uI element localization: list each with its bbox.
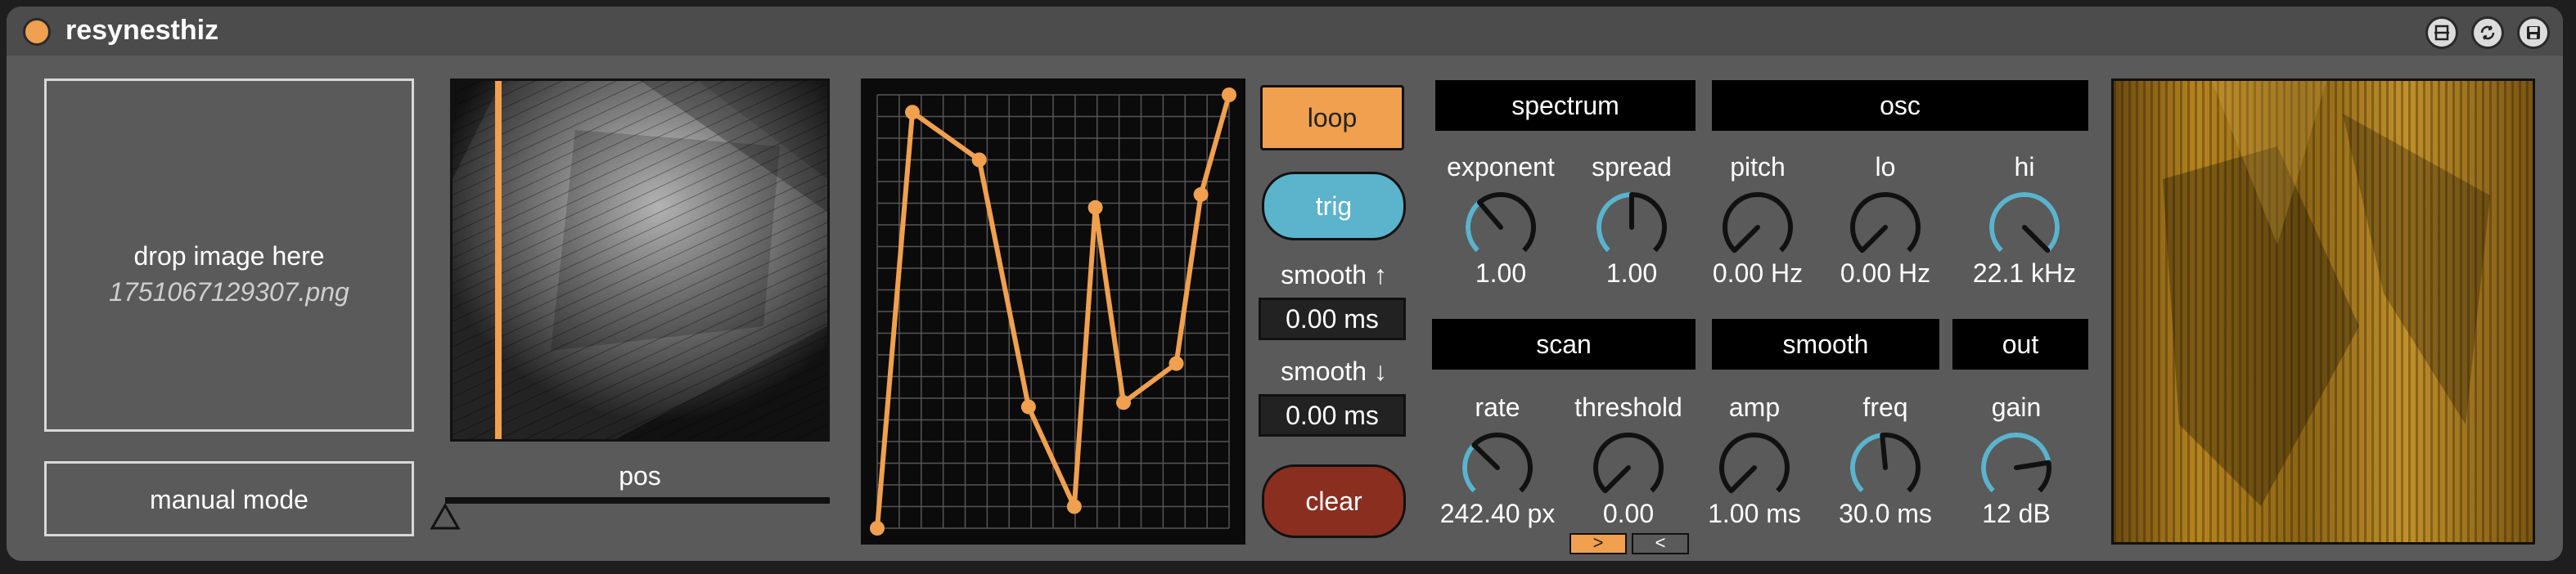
section-out: out bbox=[1952, 319, 2088, 370]
hi-value: 22.1 kHz bbox=[1972, 258, 2077, 288]
lo-knob[interactable] bbox=[1846, 188, 1925, 267]
gain-knob[interactable] bbox=[1977, 428, 2056, 507]
curve-point[interactable] bbox=[1169, 356, 1184, 371]
smooth-up-value[interactable]: 0.00 ms bbox=[1259, 298, 1406, 340]
curve-point[interactable] bbox=[1116, 395, 1131, 410]
device-on-toggle[interactable] bbox=[23, 18, 51, 46]
freq-knob[interactable] bbox=[1846, 428, 1925, 507]
section-scan: scan bbox=[1432, 319, 1696, 370]
image-preview-graphic bbox=[453, 81, 827, 439]
pitch-knob[interactable] bbox=[1718, 188, 1797, 267]
smooth-up-label: smooth ↑ bbox=[1281, 260, 1387, 289]
image-preview[interactable] bbox=[450, 78, 830, 442]
manual-mode-button[interactable]: manual mode bbox=[44, 461, 414, 536]
pos-label: pos bbox=[619, 461, 661, 491]
curve-point[interactable] bbox=[1020, 399, 1036, 415]
hot-swap-icon[interactable] bbox=[2471, 16, 2504, 49]
curve-editor[interactable] bbox=[861, 78, 1245, 545]
curve-point[interactable] bbox=[1066, 499, 1082, 514]
drop-label: drop image here bbox=[133, 241, 325, 271]
section-osc: osc bbox=[1712, 80, 2088, 131]
curve-point[interactable] bbox=[1222, 87, 1236, 102]
spread-knob[interactable] bbox=[1592, 188, 1671, 267]
save-icon[interactable] bbox=[2517, 16, 2550, 49]
spectrogram-graphic bbox=[2114, 81, 2533, 542]
rate-knob[interactable] bbox=[1458, 428, 1537, 507]
manual-mode-label: manual mode bbox=[150, 485, 308, 514]
curve-point[interactable] bbox=[971, 152, 987, 168]
backward-button[interactable]: < bbox=[1632, 533, 1689, 554]
loop-button[interactable]: loop bbox=[1260, 85, 1404, 150]
clear-button[interactable]: clear bbox=[1262, 464, 1406, 538]
threshold-knob[interactable] bbox=[1589, 428, 1668, 507]
forward-button[interactable]: > bbox=[1569, 533, 1627, 554]
device-panel: resynesthiz drop image here 175106712930… bbox=[7, 7, 2563, 561]
curve-graph[interactable] bbox=[861, 78, 1245, 545]
amp-knob[interactable] bbox=[1715, 428, 1794, 507]
image-drop-zone[interactable]: drop image here 1751067129307.png bbox=[44, 78, 414, 432]
smooth-down-value[interactable]: 0.00 ms bbox=[1259, 394, 1406, 437]
hi-knob[interactable] bbox=[1985, 188, 2064, 267]
section-spectrum: spectrum bbox=[1435, 80, 1696, 131]
drop-filename: 1751067129307.png bbox=[109, 277, 349, 307]
exponent-knob[interactable] bbox=[1461, 188, 1540, 267]
gain-value: 12 dB bbox=[1982, 499, 2051, 528]
title-bar: resynesthiz bbox=[7, 7, 2563, 56]
smooth-down-label: smooth ↓ bbox=[1281, 357, 1387, 386]
curve-point[interactable] bbox=[1088, 200, 1103, 215]
hi-label: hi bbox=[2014, 152, 2035, 182]
gain-label: gain bbox=[1991, 392, 2042, 422]
curve-point[interactable] bbox=[905, 105, 920, 120]
curve-point[interactable] bbox=[1193, 186, 1209, 202]
trig-button[interactable]: trig bbox=[1262, 172, 1406, 240]
pos-slider-thumb[interactable] bbox=[429, 500, 462, 533]
preset-icon[interactable] bbox=[2425, 16, 2458, 49]
device-title: resynesthiz bbox=[65, 15, 219, 46]
curve-point[interactable] bbox=[870, 521, 885, 536]
spectrogram-display bbox=[2111, 78, 2535, 545]
section-smooth: smooth bbox=[1712, 319, 1939, 370]
pos-slider-track[interactable] bbox=[445, 497, 830, 504]
